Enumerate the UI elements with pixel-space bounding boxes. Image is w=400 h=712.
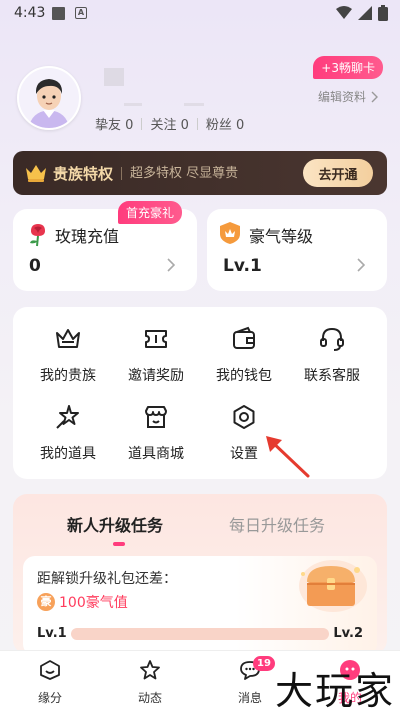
divider	[141, 117, 143, 130]
feature-menu: 我的贵族 邀请奖励 我的钱包 联系客服 我的道具 道具商城 设置	[13, 307, 387, 479]
hao-badge-icon: 豪	[37, 593, 55, 611]
redaction-mark	[124, 103, 142, 106]
status-icons	[336, 5, 388, 21]
settings-hexagon-icon	[233, 405, 255, 429]
tab-label: 消息	[237, 691, 262, 705]
crown-outline-icon	[56, 329, 80, 348]
status-bar: 4:43 A	[0, 0, 400, 28]
avatar[interactable]	[17, 66, 81, 130]
menu-label: 我的钱包	[216, 368, 272, 384]
ticket-icon	[145, 330, 167, 348]
required-amount: 豪 100豪气值	[37, 592, 128, 612]
battery-icon	[378, 5, 388, 21]
tab-label: 缘分	[37, 691, 62, 705]
level-from: Lv.1	[37, 626, 67, 641]
tab-feed[interactable]: 动态	[120, 659, 180, 706]
stat-label: 粉丝	[205, 118, 232, 133]
wallet-icon	[233, 326, 255, 349]
username-redacted	[104, 68, 124, 86]
menu-label: 道具商城	[128, 446, 184, 462]
level-card-value: Lv.1	[223, 256, 262, 276]
chat-card-badge[interactable]: +3畅聊卡	[313, 56, 383, 79]
noble-subtitle: 超多特权 尽显尊贵	[121, 166, 238, 180]
rose-icon	[30, 224, 45, 247]
tab-label: 动态	[137, 691, 162, 705]
menu-item-invite-reward[interactable]: 邀请奖励	[111, 325, 201, 385]
message-count-badge: 19	[253, 656, 275, 671]
avatar-illustration-icon	[19, 68, 79, 128]
profile-stats: 挚友 0 关注 0 粉丝 0	[95, 114, 244, 133]
edit-profile-label: 编辑资料	[317, 90, 366, 104]
upgrade-task-card: 新人升级任务 每日升级任务 距解锁升级礼包还差： 豪 100豪气值 Lv.1 L…	[13, 494, 387, 656]
divider	[196, 117, 198, 130]
menu-label: 联系客服	[304, 368, 360, 384]
chevron-right-icon	[357, 258, 365, 272]
headset-icon	[320, 327, 344, 351]
menu-item-my-wallet[interactable]: 我的钱包	[199, 325, 289, 385]
tab-newbie-task[interactable]: 新人升级任务	[67, 512, 163, 536]
stat-value: 0	[180, 118, 189, 133]
smile-box-icon	[40, 660, 60, 680]
stat-fans[interactable]: 粉丝 0	[206, 114, 244, 133]
redaction-mark	[184, 103, 204, 106]
menu-item-prop-store[interactable]: 道具商城	[111, 403, 201, 463]
rose-card-title: 玫瑰充值	[55, 227, 120, 246]
store-icon	[145, 406, 167, 428]
chevron-right-icon	[167, 258, 175, 272]
first-recharge-badge: 首充豪礼	[118, 201, 183, 224]
notification-square-icon	[52, 7, 65, 20]
wifi-icon	[336, 6, 352, 19]
stat-label: 关注	[150, 118, 177, 133]
stat-following[interactable]: 关注 0	[150, 114, 188, 133]
menu-item-my-props[interactable]: 我的道具	[23, 403, 113, 463]
stat-value: 0	[125, 118, 134, 133]
edit-profile-link[interactable]: 编辑资料	[318, 88, 378, 105]
tab-messages[interactable]: 19 消息	[220, 656, 280, 706]
menu-label: 我的贵族	[40, 368, 96, 384]
annotation-arrow-icon	[266, 436, 310, 478]
level-card-title: 豪气等级	[249, 227, 314, 246]
upgrade-progress-panel: 距解锁升级礼包还差： 豪 100豪气值 Lv.1 Lv.2	[23, 556, 377, 656]
notification-a-icon: A	[75, 7, 87, 19]
hero-level-card[interactable]: 豪气等级 Lv.1	[207, 209, 387, 291]
star-outline-icon	[140, 660, 160, 680]
level-progress-bar	[71, 628, 329, 640]
signal-icon	[358, 6, 372, 20]
noble-privilege-banner[interactable]: 贵族特权 超多特权 尽显尊贵 去开通	[13, 151, 387, 195]
level-to: Lv.2	[333, 626, 363, 641]
noble-title: 贵族特权	[53, 164, 114, 183]
menu-item-my-noble[interactable]: 我的贵族	[23, 325, 113, 385]
rose-card-value: 0	[29, 256, 41, 276]
stat-value: 0	[236, 118, 245, 133]
crown-icon	[26, 165, 46, 182]
star-wand-icon	[56, 405, 79, 429]
level-shield-icon	[220, 222, 240, 244]
stat-friends[interactable]: 挚友 0	[95, 114, 133, 133]
stat-label: 挚友	[95, 118, 122, 133]
menu-item-customer-service[interactable]: 联系客服	[287, 325, 377, 385]
active-tab-indicator	[113, 542, 125, 546]
watermark-text: 大玩家	[275, 669, 396, 712]
open-noble-button[interactable]: 去开通	[303, 159, 373, 187]
tab-daily-task[interactable]: 每日升级任务	[229, 512, 325, 536]
treasure-chest-icon	[299, 560, 367, 612]
menu-label: 我的道具	[40, 446, 96, 462]
menu-label: 邀请奖励	[128, 368, 184, 384]
unlock-hint: 距解锁升级礼包还差：	[37, 571, 177, 587]
chevron-right-icon	[371, 91, 378, 102]
amount-text: 100豪气值	[59, 595, 128, 611]
tab-fate[interactable]: 缘分	[20, 659, 80, 706]
status-time: 4:43	[14, 5, 46, 21]
